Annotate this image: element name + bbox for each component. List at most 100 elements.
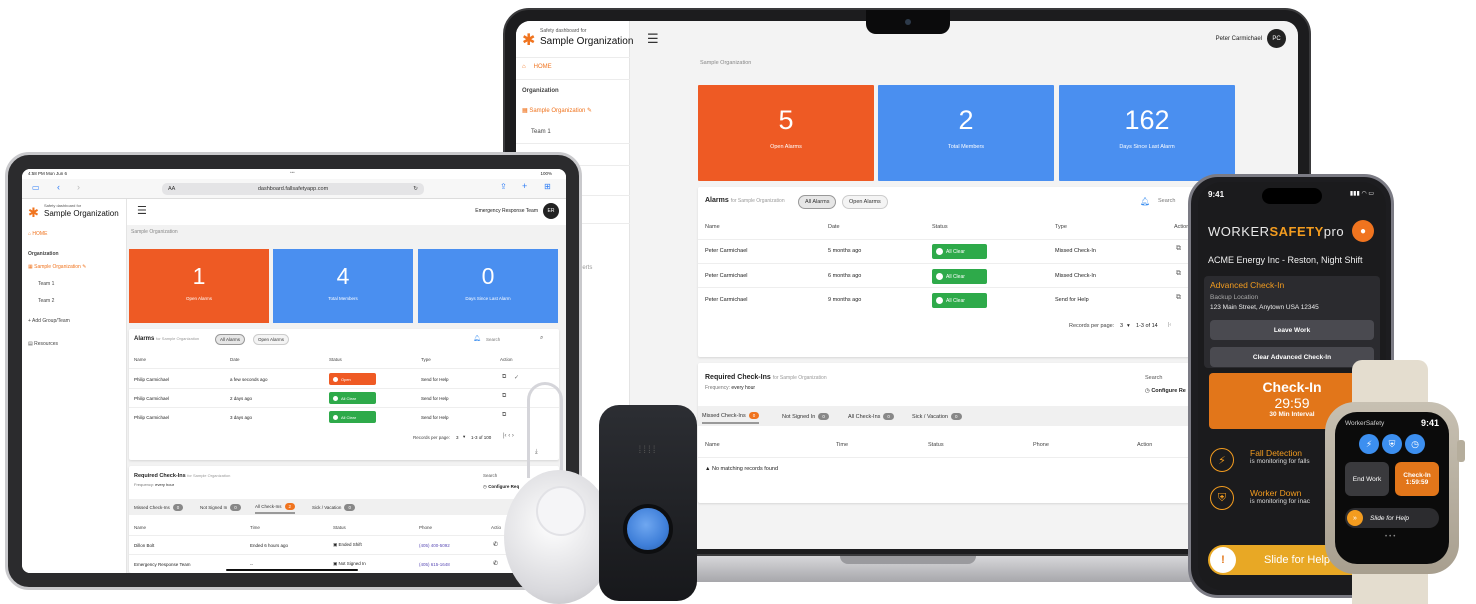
nav-add-group[interactable]: + Add Group/Team [28, 318, 70, 324]
open-external-icon[interactable]: ⧉ [1176, 270, 1181, 278]
reader-aa[interactable]: AA [168, 183, 175, 195]
sos-pendant-device [599, 405, 697, 601]
new-tab-icon[interactable]: + [522, 181, 527, 191]
chip-open-alarms[interactable]: Open Alarms [842, 195, 888, 209]
timer-icon[interactable]: ◷ [1405, 434, 1425, 454]
phone-icon[interactable]: ✆ [493, 560, 498, 567]
sidebar-toggle-icon[interactable]: ▭ [32, 183, 40, 192]
caret-down-icon[interactable]: ▾ [1127, 323, 1130, 329]
col-action: Action [1137, 442, 1153, 448]
end-work-label: End Work [1352, 475, 1382, 483]
nav-alerts[interactable]: lerts [581, 265, 592, 271]
stat-total-members[interactable]: 4 Total Members [273, 249, 413, 323]
phone-icon[interactable]: ✆ [493, 541, 498, 548]
forward-icon[interactable]: › [77, 182, 80, 192]
edit-icon[interactable]: ✎ [81, 264, 86, 270]
tab-not-signed-in[interactable]: Not Signed In 0 [200, 501, 241, 513]
row-status: ▣ Not Signed In [333, 561, 366, 567]
resolve-check-icon[interactable]: ✓ [514, 374, 519, 381]
stat-days-since-alarm[interactable]: 162 Days Since Last Alarm [1059, 85, 1235, 181]
user-name: Peter Carmichael [1215, 35, 1262, 42]
nav-home[interactable]: ⌂ HOME [522, 64, 552, 70]
avatar[interactable]: PC [1267, 29, 1286, 48]
configure-button[interactable]: ◷ Configure Req [483, 484, 519, 490]
clear-advanced-checkin-button[interactable]: Clear Advanced Check-In [1210, 347, 1374, 367]
per-page-select[interactable]: 3 [1120, 323, 1123, 329]
chip-all-alarms[interactable]: All Alarms [798, 195, 837, 209]
stat-open-alarms[interactable]: 1 Open Alarms [129, 249, 269, 323]
records-per-page-label: Records per page: [1069, 323, 1115, 329]
checkins-search-input[interactable]: Search [483, 473, 497, 478]
reload-icon[interactable]: ↻ [413, 183, 418, 195]
nav-team-2[interactable]: Team 2 [38, 298, 54, 304]
checkins-search-input[interactable]: Search [1145, 375, 1162, 381]
tab-missed-checkins[interactable]: Missed Check-Ins 0 [134, 501, 184, 513]
first-page-icon[interactable]: |‹ [1168, 322, 1171, 328]
tabs-grid-icon[interactable]: ⊞ [544, 182, 551, 191]
per-page-select[interactable]: 3 [456, 435, 459, 440]
phone-time: 9:41 [1208, 190, 1225, 199]
nav-org-item[interactable]: ▦ Sample Organization ✎ [522, 107, 592, 114]
alarms-search-input[interactable]: Search [486, 337, 500, 342]
user-icon[interactable]: ● [1352, 220, 1374, 242]
open-external-icon[interactable]: ⧉ [502, 374, 506, 381]
row-phone[interactable]: (405) 400-5092 [419, 543, 450, 548]
bell-icon[interactable]: 🔔︎ [473, 335, 481, 342]
stat-total-members[interactable]: 2 Total Members [878, 85, 1054, 181]
hamburger-menu-icon[interactable]: ☰ [647, 31, 659, 47]
user-menu[interactable]: Peter Carmichael PC [1216, 29, 1286, 48]
row-status-label: Not Signed In [338, 561, 366, 566]
worker-down-title: Worker Down [1250, 488, 1302, 498]
open-external-icon[interactable]: ⧉ [1176, 245, 1181, 253]
team-name: Emergency Response Team [475, 208, 538, 214]
col-date: Date [828, 224, 840, 230]
open-external-icon[interactable]: ⧉ [502, 393, 506, 400]
row-type: Send for Help [1055, 297, 1089, 303]
back-icon[interactable]: ‹ [57, 182, 60, 192]
fall-detection-icon[interactable]: ⚡︎ [1359, 434, 1379, 454]
tab-all-checkins[interactable]: All Check-Ins 0 [848, 409, 894, 424]
shield-icon[interactable]: ⛨ [1382, 434, 1402, 454]
stat-days-since-alarm[interactable]: 0 Days Since Last Alarm [418, 249, 558, 323]
nav-team-1[interactable]: Team 1 [531, 129, 551, 135]
open-external-icon[interactable]: ⧉ [502, 412, 506, 419]
alert-icon[interactable]: ! [1210, 547, 1236, 573]
checkin-button[interactable]: Check-In 1:59:59 [1395, 462, 1439, 496]
tab-count: 2 [284, 503, 296, 510]
leave-work-button[interactable]: Leave Work [1210, 320, 1374, 340]
open-external-icon[interactable]: ⧉ [1176, 294, 1181, 302]
share-icon[interactable]: ⇪ [500, 182, 507, 191]
alarms-search-input[interactable]: Search [1158, 198, 1175, 204]
tab-missed-checkins[interactable]: Missed Check-Ins 0 [702, 409, 760, 424]
stat-open-alarms[interactable]: 5 Open Alarms [698, 85, 874, 181]
row-phone[interactable]: (405) 615-1648 [419, 562, 450, 567]
pagination-nav-icons[interactable]: |‹ ‹ › [503, 433, 514, 439]
tab-all-checkins[interactable]: All Check-Ins 2 [255, 501, 296, 514]
hamburger-menu-icon[interactable]: ☰ [137, 204, 147, 217]
caret-down-icon[interactable]: ▾ [463, 434, 465, 440]
configure-button[interactable]: ◷ Configure Re [1145, 388, 1186, 394]
slide-for-help[interactable]: » Slide for Help [1345, 508, 1439, 528]
chip-all-alarms[interactable]: All Alarms [215, 334, 246, 345]
chevrons-right-icon[interactable]: » [1347, 510, 1363, 526]
nav-add-group-label: Add Group/Team [32, 318, 70, 324]
chip-open-alarms[interactable]: Open Alarms [253, 334, 290, 345]
search-icon[interactable]: ⌕ [540, 335, 543, 342]
worker-down-subtitle: is monitoring for inac [1250, 498, 1310, 505]
url-bar[interactable]: AA dashboard.fallsafetyapp.com ↻ [162, 183, 424, 195]
tab-sick-vacation[interactable]: Sick / Vacation 0 [312, 501, 355, 513]
row-date: 9 months ago [828, 297, 862, 303]
nav-team-1[interactable]: Team 1 [38, 281, 54, 287]
bell-icon[interactable]: 🔔︎ [1140, 197, 1150, 206]
tab-not-signed-in[interactable]: Not Signed In 0 [782, 409, 829, 424]
edit-icon[interactable]: ✎ [587, 108, 592, 114]
tab-count: 0 [344, 503, 355, 511]
browser-toolbar: ▭ ‹ › AA dashboard.fallsafetyapp.com ↻ ⇪… [22, 179, 566, 199]
tab-sick-vacation[interactable]: Sick / Vacation 0 [912, 409, 962, 424]
alarms-title-text: Alarms [705, 197, 729, 204]
end-work-button[interactable]: End Work [1345, 462, 1389, 496]
nav-resources[interactable]: ▤ Resources [28, 341, 58, 347]
avatar[interactable]: ER [543, 203, 559, 219]
nav-org-item[interactable]: ▦ Sample Organization ✎ [28, 264, 86, 270]
nav-home[interactable]: ⌂ HOME [28, 231, 47, 237]
